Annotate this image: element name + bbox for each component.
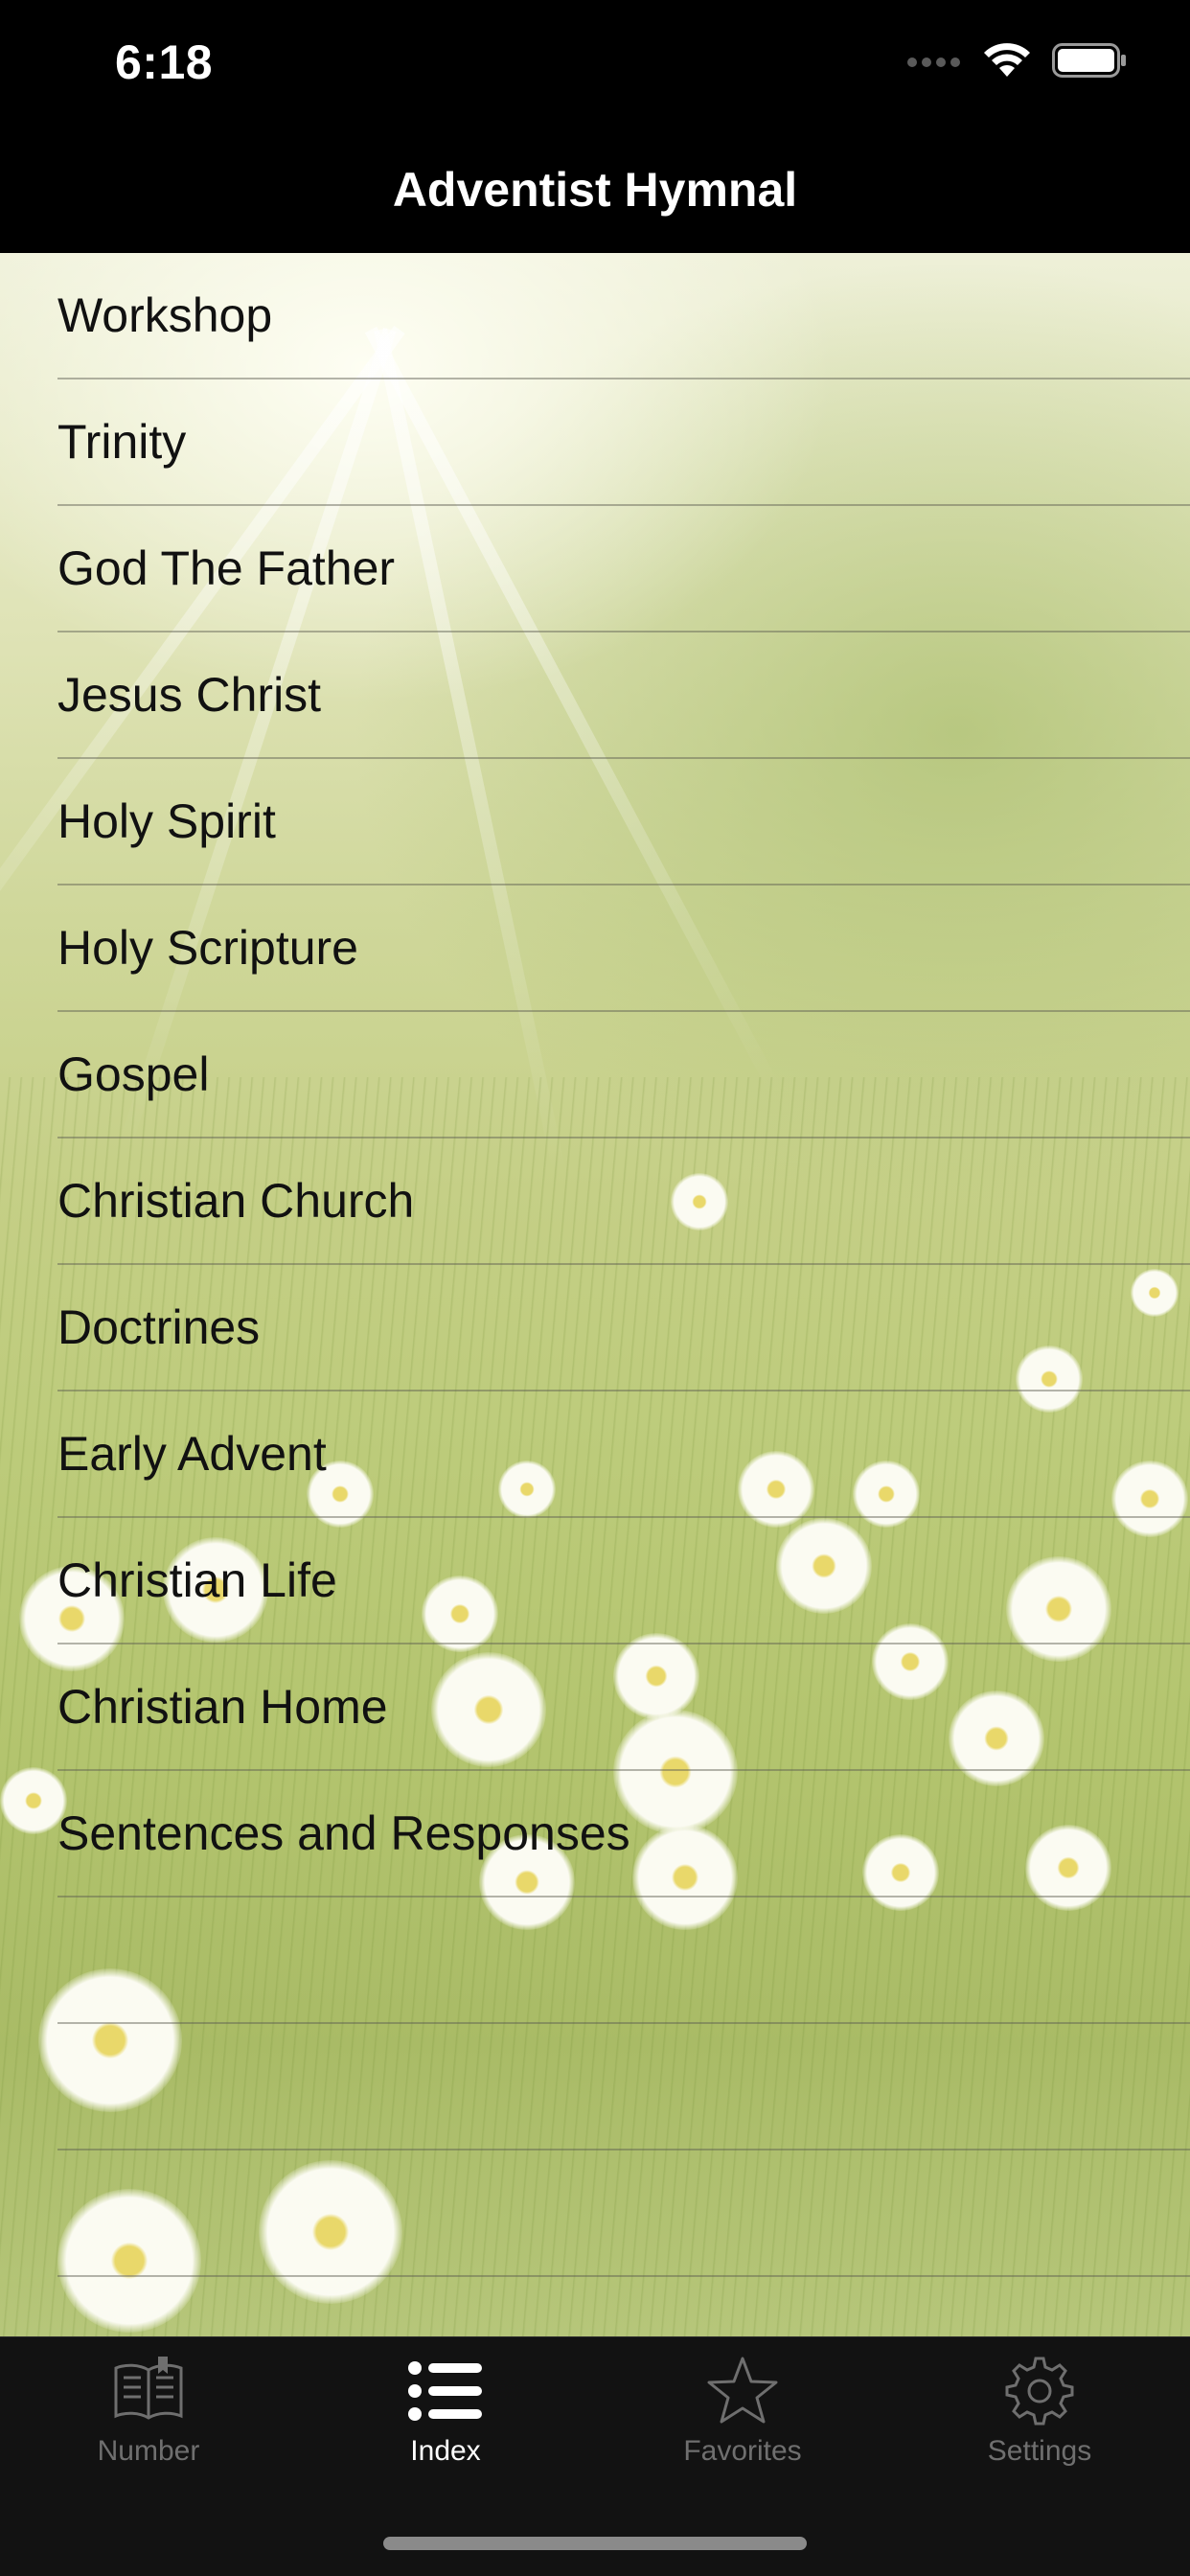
cellular-signal-icon (906, 53, 962, 73)
list-item[interactable]: Trinity (57, 380, 1190, 506)
wifi-icon (983, 42, 1031, 83)
list-item[interactable]: Early Advent (57, 1392, 1190, 1518)
list-item[interactable]: Jesus Christ (57, 632, 1190, 759)
list-item[interactable]: Christian Life (57, 1518, 1190, 1644)
list-item[interactable]: Workshop (57, 253, 1190, 380)
list-item-label: Christian Church (57, 1174, 415, 1228)
list-icon (407, 2357, 484, 2426)
list-item-label: Workshop (57, 288, 273, 342)
status-icons (906, 42, 1127, 83)
list-item-label: Doctrines (57, 1300, 261, 1354)
list-item-label: God The Father (57, 541, 396, 595)
status-time: 6:18 (115, 35, 214, 89)
tab-label: Favorites (683, 2435, 802, 2467)
list-item[interactable]: Doctrines (57, 1265, 1190, 1392)
tab-settings[interactable]: Settings (891, 2357, 1188, 2500)
star-icon (704, 2357, 781, 2426)
tab-index[interactable]: Index (297, 2357, 594, 2500)
list-item-label: Trinity (57, 415, 187, 469)
tab-label: Number (97, 2435, 200, 2467)
screen: 6:18 Adventist Hymnal Workshop Trinity G… (0, 0, 1190, 2576)
list-item-label: Jesus Christ (57, 668, 322, 722)
tab-label: Settings (987, 2435, 1092, 2467)
list-item[interactable]: Holy Scripture (57, 886, 1190, 1012)
list-item-label: Gospel (57, 1047, 210, 1101)
list-item-empty (57, 1898, 1190, 2024)
status-bar: 6:18 (0, 0, 1190, 126)
list-item[interactable]: Gospel (57, 1012, 1190, 1138)
list-item[interactable]: Christian Church (57, 1138, 1190, 1265)
home-indicator[interactable] (383, 2537, 807, 2550)
list-item[interactable]: Holy Spirit (57, 759, 1190, 886)
list-item-label: Christian Home (57, 1680, 388, 1734)
navigation-bar: Adventist Hymnal (0, 126, 1190, 253)
list-item-empty (57, 2150, 1190, 2277)
list-item-label: Holy Spirit (57, 794, 276, 848)
tab-number[interactable]: Number (0, 2357, 297, 2500)
tab-favorites[interactable]: Favorites (594, 2357, 891, 2500)
index-content[interactable]: Workshop Trinity God The Father Jesus Ch… (0, 253, 1190, 2336)
index-list[interactable]: Workshop Trinity God The Father Jesus Ch… (0, 253, 1190, 2277)
page-title: Adventist Hymnal (392, 163, 798, 217)
list-item-label: Sentences and Responses (57, 1806, 630, 1860)
list-item-label: Holy Scripture (57, 921, 358, 975)
list-item[interactable]: God The Father (57, 506, 1190, 632)
battery-icon (1052, 43, 1127, 82)
tab-label: Index (410, 2435, 481, 2467)
list-item-empty (57, 2024, 1190, 2150)
list-item-label: Early Advent (57, 1427, 327, 1481)
book-icon (110, 2357, 187, 2426)
gear-icon (1001, 2357, 1078, 2426)
list-item-label: Christian Life (57, 1553, 337, 1607)
list-item[interactable]: Christian Home (57, 1644, 1190, 1771)
list-item[interactable]: Sentences and Responses (57, 1771, 1190, 1898)
